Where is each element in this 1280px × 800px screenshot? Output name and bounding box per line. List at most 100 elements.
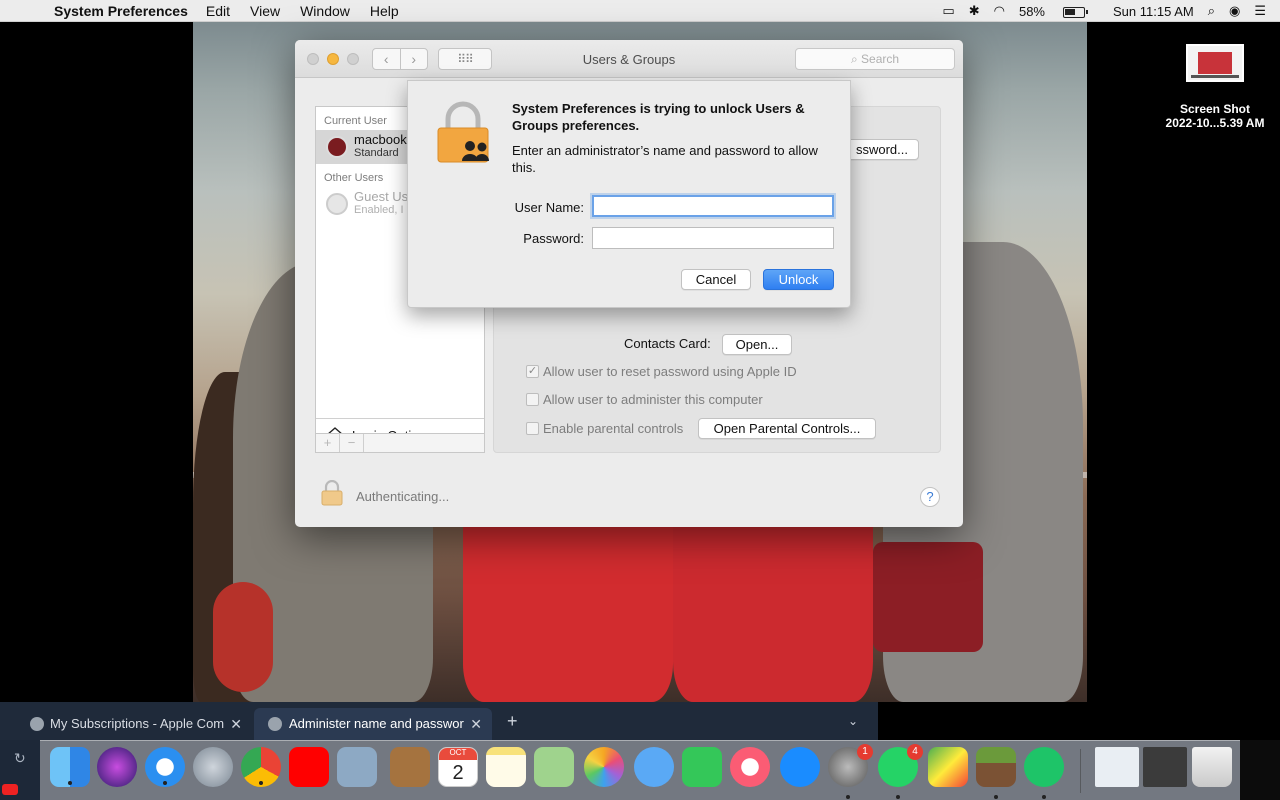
calendar-icon[interactable]: OCT 2 <box>438 747 478 787</box>
trash-icon[interactable] <box>1192 747 1232 787</box>
minecraft-icon[interactable] <box>976 747 1016 799</box>
chrome-icon[interactable] <box>241 747 281 787</box>
recent-window-thumbnail[interactable] <box>1143 747 1187 787</box>
change-password-button[interactable]: ssword... <box>844 139 919 160</box>
close-tab-icon[interactable]: ✕ <box>230 708 242 740</box>
photos-icon[interactable] <box>584 747 624 787</box>
sidebar-toolbar: + − <box>315 433 485 453</box>
menu-extras: ▭ ✱ ◠ 58% Sun 11:15 AM ⌕ ◉ ☰ <box>942 0 1280 22</box>
padlock-users-icon <box>437 101 489 163</box>
wifi-icon[interactable]: ◠ <box>994 3 1005 19</box>
tab-title: My Subscriptions - Apple Com <box>50 716 225 731</box>
safari-icon[interactable] <box>145 747 185 787</box>
menu-app-name[interactable]: System Preferences <box>54 3 188 19</box>
allow-admin-row[interactable]: Allow user to administer this computer <box>526 392 763 407</box>
menu-view[interactable]: View <box>250 3 280 19</box>
contacts-card-label: Contacts Card: <box>624 336 711 351</box>
menu-window[interactable]: Window <box>300 3 350 19</box>
music-icon[interactable] <box>730 747 770 787</box>
launchpad-icon[interactable] <box>193 747 233 787</box>
parental-controls-checkbox[interactable] <box>526 422 539 435</box>
maps-icon[interactable] <box>534 747 574 787</box>
whatsapp-icon[interactable]: 4 <box>878 744 923 799</box>
siri-icon[interactable]: ◉ <box>1229 3 1240 19</box>
battery-icon <box>1063 6 1088 18</box>
search-field[interactable]: ⌕ Search <box>795 48 955 70</box>
new-tab-button[interactable]: + <box>507 711 518 732</box>
window-titlebar[interactable]: ‹ › ⠿⠿ Users & Groups ⌕ Search <box>295 40 963 78</box>
authentication-status: Authenticating... <box>356 489 450 504</box>
allow-reset-label: Allow user to reset password using Apple… <box>543 364 797 379</box>
username-label: User Name: <box>514 200 584 215</box>
running-dot <box>259 781 263 785</box>
parental-controls-label: Enable parental controls <box>543 421 684 436</box>
youtube-icon[interactable] <box>289 747 329 787</box>
unlock-button[interactable]: Unlock <box>763 269 834 290</box>
messages-icon[interactable] <box>634 747 674 787</box>
allow-reset-checkbox[interactable]: ✓ <box>526 365 539 378</box>
system-preferences-icon[interactable]: 1 <box>828 744 873 799</box>
youtube-mini-icon <box>2 784 18 795</box>
desktop-file-label-line1: Screen Shot <box>1179 102 1251 116</box>
allow-reset-row[interactable]: ✓ Allow user to reset password using App… <box>526 364 797 379</box>
facetime-icon[interactable] <box>682 747 722 787</box>
wallpaper-handbag <box>213 582 273 692</box>
running-dot <box>68 781 72 785</box>
menu-bar: System Preferences Edit View Window Help… <box>0 0 1280 22</box>
spotlight-search-icon[interactable]: ⌕ <box>1208 3 1215 19</box>
password-field[interactable] <box>592 227 834 249</box>
auth-dialog-title: System Preferences is trying to unlock U… <box>512 101 805 133</box>
calendar-month: OCT <box>439 748 477 760</box>
bluestacks-icon[interactable] <box>928 747 968 787</box>
browser-tab-subscriptions[interactable]: My Subscriptions - Apple Com ✕ <box>0 708 252 740</box>
notification-badge: 4 <box>907 744 923 760</box>
menu-edit[interactable]: Edit <box>206 3 230 19</box>
apple-favicon-icon <box>268 717 282 731</box>
browser-tab-administer[interactable]: Administer name and passwor ✕ <box>254 708 492 740</box>
auth-dialog-message: Enter an administrator’s name and passwo… <box>512 143 818 175</box>
allow-admin-label: Allow user to administer this computer <box>543 392 763 407</box>
recent-screenshot-thumbnail[interactable] <box>1095 747 1139 787</box>
remove-user-button[interactable]: − <box>340 434 364 452</box>
running-dot <box>846 795 850 799</box>
screen-share-icon[interactable] <box>1024 747 1064 799</box>
running-dot <box>994 795 998 799</box>
help-button[interactable]: ? <box>920 487 940 507</box>
siri-app-icon[interactable] <box>97 747 137 787</box>
screenshot-thumbnail-icon <box>1186 44 1244 82</box>
running-dot <box>1042 795 1046 799</box>
lock-icon[interactable] <box>321 480 343 506</box>
notes-icon[interactable] <box>486 747 526 787</box>
reload-icon[interactable]: ↻ <box>14 750 26 767</box>
dock-separator <box>1080 749 1081 793</box>
username-field[interactable] <box>592 195 834 217</box>
open-parental-controls-button[interactable]: Open Parental Controls... <box>698 418 876 439</box>
close-tab-icon[interactable]: ✕ <box>470 708 482 740</box>
user-avatar <box>326 136 348 158</box>
browser-tab-bar: My Subscriptions - Apple Com ✕ Administe… <box>0 702 878 740</box>
wallpaper-handbag <box>873 542 983 652</box>
contacts-icon[interactable] <box>390 747 430 787</box>
mail-stamp-icon[interactable] <box>337 747 377 787</box>
allow-admin-checkbox[interactable] <box>526 393 539 406</box>
auth-dialog: System Preferences is trying to unlock U… <box>407 80 851 308</box>
notification-badge: 1 <box>857 744 873 760</box>
finder-icon[interactable] <box>50 747 90 787</box>
notification-center-icon[interactable]: ☰ <box>1254 3 1266 19</box>
clock[interactable]: Sun 11:15 AM <box>1113 4 1194 19</box>
browser-side-strip: ↻ <box>0 740 40 800</box>
airplay-icon[interactable]: ▭ <box>942 3 954 19</box>
tab-title: Administer name and passwor <box>289 716 464 731</box>
password-label: Password: <box>523 231 584 246</box>
contacts-open-button[interactable]: Open... <box>722 334 792 355</box>
battery-status[interactable]: 58% <box>1019 4 1099 19</box>
cancel-button[interactable]: Cancel <box>681 269 751 290</box>
app-store-icon[interactable] <box>780 747 820 787</box>
tab-list-chevron-icon[interactable]: ⌄ <box>848 714 858 728</box>
parental-controls-row[interactable]: Enable parental controls <box>526 421 683 436</box>
desktop-file-screenshot[interactable]: Screen Shot 2022-10...5.39 AM <box>1150 44 1280 130</box>
bluetooth-icon[interactable]: ✱ <box>969 3 980 19</box>
add-user-button[interactable]: + <box>316 434 340 452</box>
menu-help[interactable]: Help <box>370 3 399 19</box>
dock: OCT 2 1 4 <box>40 740 1240 800</box>
